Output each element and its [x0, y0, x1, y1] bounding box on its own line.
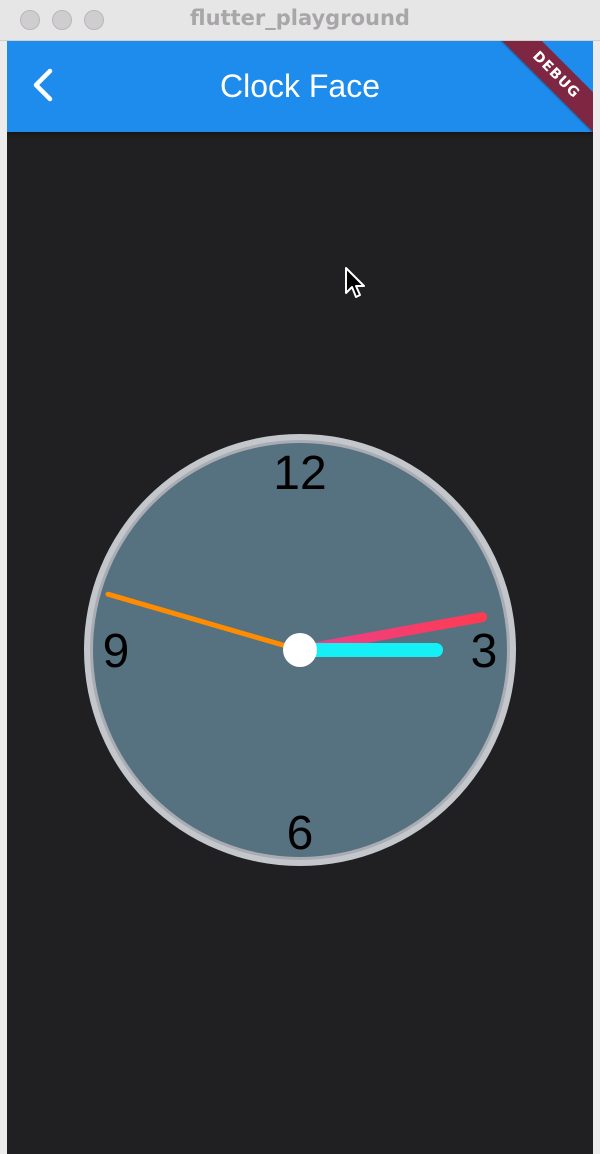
numeral-6: 6: [287, 807, 314, 860]
numeral-9: 9: [103, 625, 130, 678]
mouse-pointer-icon: [345, 267, 365, 298]
numeral-3: 3: [471, 625, 498, 678]
page-title: Clock Face: [219, 68, 381, 104]
window-titlebar: flutter_playground: [0, 0, 600, 41]
center-pin: [283, 633, 317, 667]
app-bar: Clock Face: [7, 41, 593, 132]
app-content: Clock Face DEBUG 12 3 6 9: [7, 41, 593, 1154]
clock-face: 12 3 6 9: [81, 431, 519, 869]
window-title: flutter_playground: [190, 6, 410, 30]
app-window: flutter_playground Clock Face DEBUG 12 3…: [0, 0, 600, 1154]
clock-canvas: 12 3 6 9: [84, 434, 516, 866]
numeral-12: 12: [273, 447, 326, 500]
